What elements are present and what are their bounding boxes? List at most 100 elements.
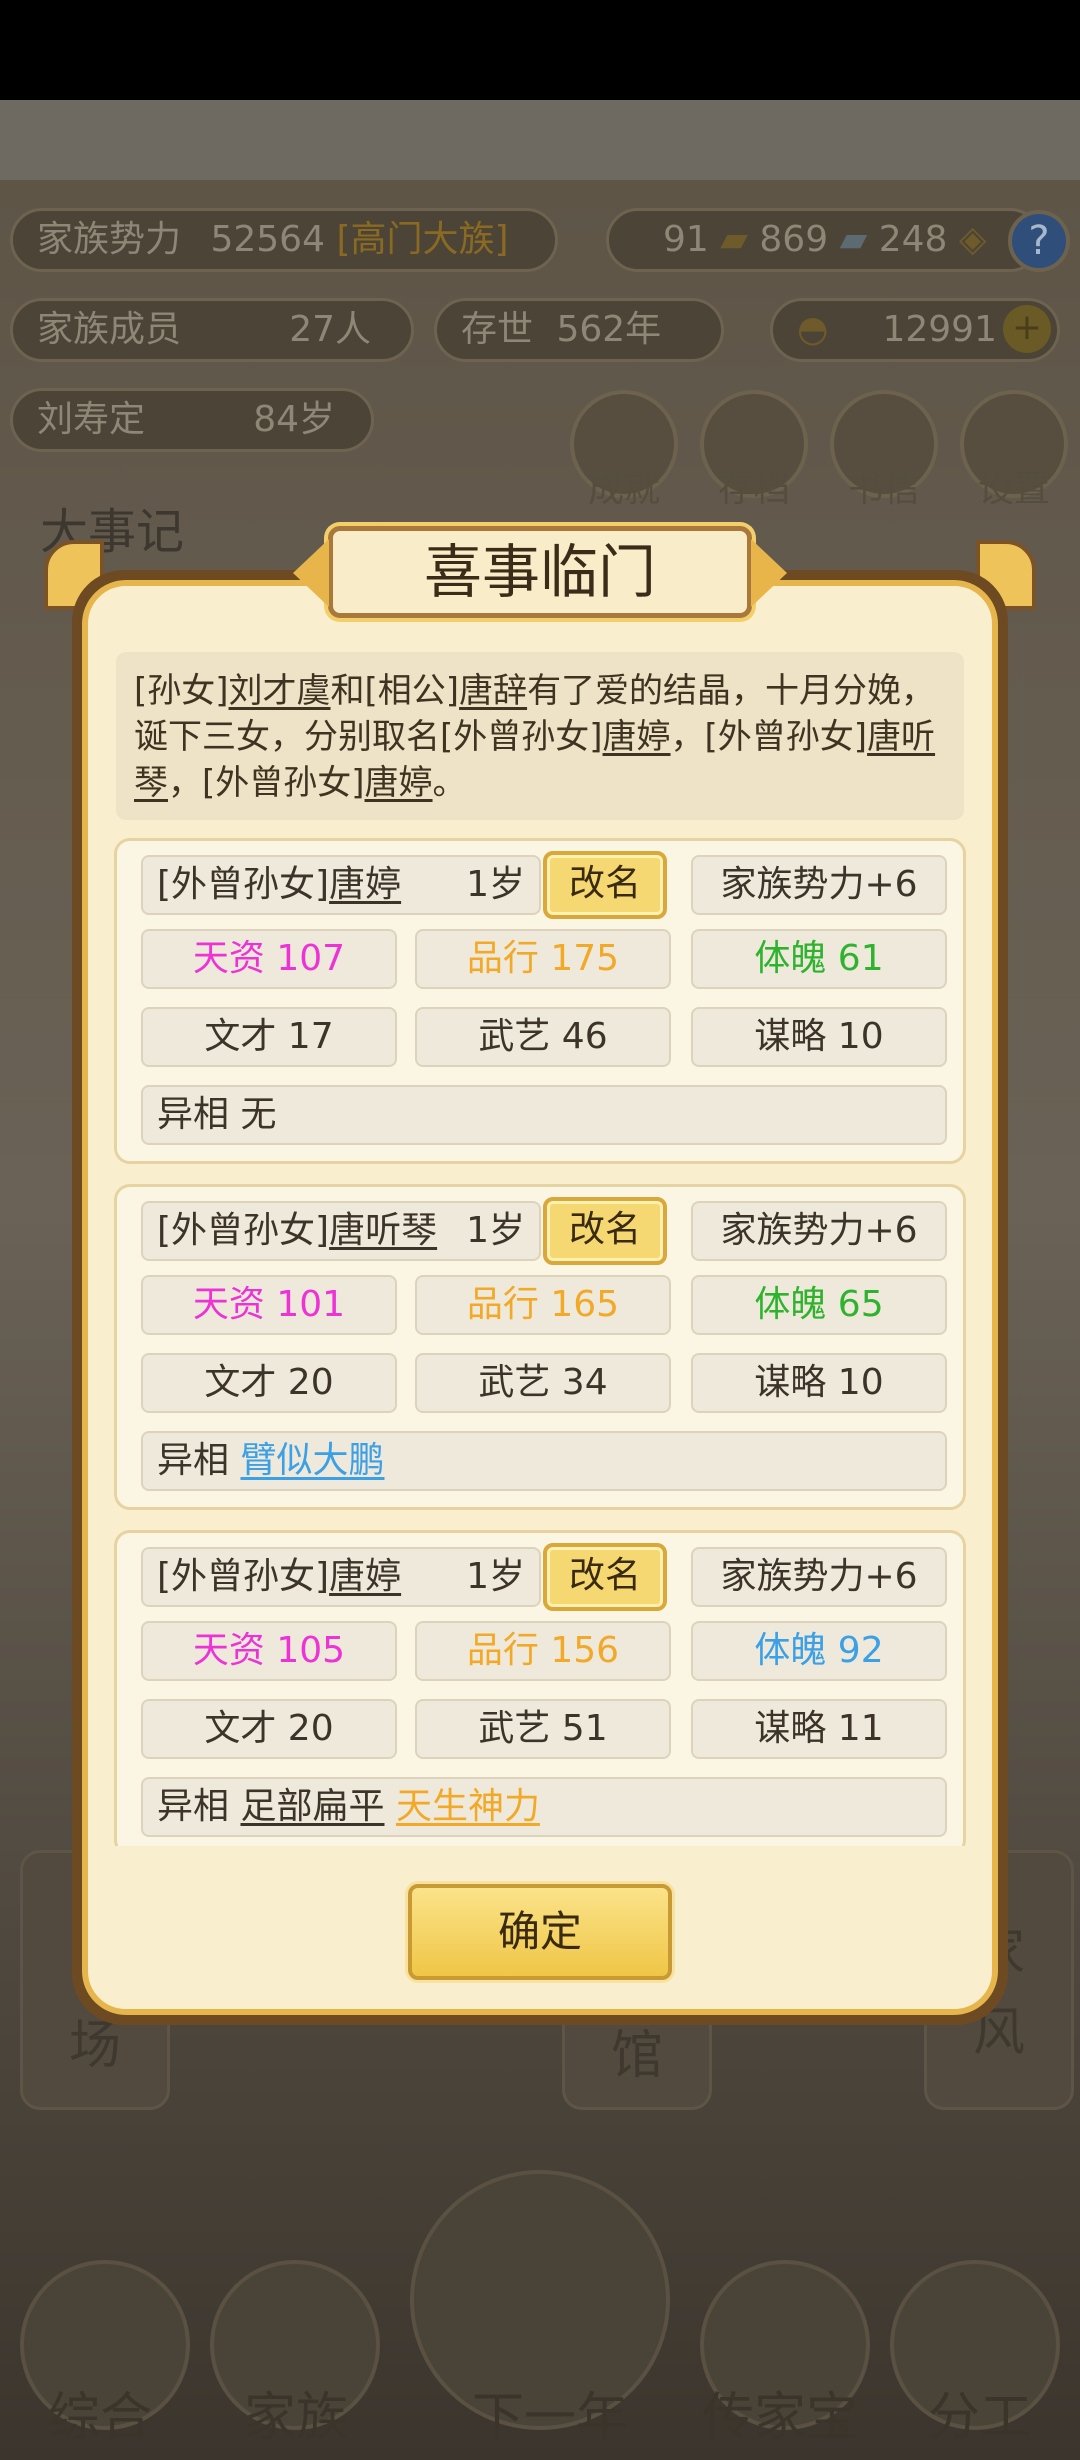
- trait-row: 异相 足部扁平 天生神力: [141, 1777, 947, 1837]
- settings-label: 设置: [977, 469, 1050, 510]
- story-part: ，[外曾孙女]: [168, 763, 365, 803]
- talent-stat: 天资 107: [141, 929, 397, 989]
- tab-general-label: 综合: [47, 2388, 152, 2448]
- story-name-link[interactable]: 唐辞: [459, 671, 527, 711]
- talent-stat: 天资 101: [141, 1275, 397, 1335]
- trait-value-link[interactable]: 臂似大鹏: [240, 1440, 384, 1481]
- resource-chip: 91 ▰ 869 ▰ 248 ◈: [606, 208, 1042, 272]
- gold-icon: ◓: [797, 309, 829, 350]
- trait-value-link[interactable]: 足部扁平: [240, 1786, 384, 1827]
- family-power-label: 家族势力: [37, 219, 182, 260]
- family-power-bonus: 家族势力+6: [691, 1201, 947, 1261]
- strategy-stat: 谋略 10: [691, 1007, 947, 1067]
- child-name[interactable]: 唐婷: [329, 864, 401, 905]
- family-power-value: 52564: [210, 219, 325, 260]
- family-power-chip: 家族势力 52564 [高门大族]: [10, 208, 558, 272]
- talent-stat: 天资 105: [141, 1621, 397, 1681]
- child-relation: [外曾孙女]: [157, 1210, 330, 1251]
- plus-icon: +: [1011, 307, 1043, 348]
- resource-2-value: 869: [759, 219, 829, 260]
- leader-chip: 刘寿定 84岁: [10, 388, 374, 452]
- trait-value: 无: [240, 1094, 277, 1135]
- confirm-button[interactable]: 确定: [408, 1884, 672, 1980]
- martial-stat: 武艺 34: [415, 1353, 671, 1413]
- rename-button[interactable]: 改名: [543, 851, 667, 919]
- trait-label: 异相: [157, 1786, 230, 1827]
- story-name-link[interactable]: 唐婷: [365, 763, 433, 803]
- child-card: [外曾孙女]唐婷 1岁 改名 家族势力+6 天资 105 品行 156 体魄 9…: [114, 1530, 966, 1856]
- martial-stat: 武艺 51: [415, 1699, 671, 1759]
- martial-stat: 武艺 46: [415, 1007, 671, 1067]
- left-building-label: 场: [68, 2016, 121, 2076]
- literary-stat: 文才 20: [141, 1353, 397, 1413]
- virtue-stat: 品行 156: [415, 1621, 671, 1681]
- help-button[interactable]: ?: [1008, 210, 1070, 272]
- story-name-link[interactable]: 唐婷: [603, 717, 671, 757]
- tab-division-label: 分工: [927, 2388, 1032, 2448]
- next-year-label: 下一年: [471, 2388, 628, 2448]
- silver-ingot-icon: ▰: [839, 219, 868, 260]
- family-power-bonus: 家族势力+6: [691, 855, 947, 915]
- story-part: [孙女]: [134, 671, 229, 711]
- gold-ingot-icon: ▰: [720, 219, 748, 260]
- literary-stat: 文才 17: [141, 1007, 397, 1067]
- letter-label: 书信: [847, 469, 920, 510]
- virtue-stat: 品行 165: [415, 1275, 671, 1335]
- save-label: 存档: [717, 469, 790, 510]
- status-bar: [0, 0, 1080, 100]
- existence-chip: 存世 562年: [434, 298, 724, 362]
- child-name[interactable]: 唐婷: [329, 1556, 401, 1597]
- child-card: [外曾孙女]唐婷 1岁 改名 家族势力+6 天资 107 品行 175 体魄 6…: [114, 838, 966, 1164]
- dialog-title: 喜事临门: [293, 526, 787, 618]
- child-age: 1岁: [466, 1210, 525, 1251]
- top-banner: [0, 100, 1080, 180]
- resource-3-value: 248: [878, 219, 948, 260]
- physique-stat: 体魄 65: [691, 1275, 947, 1335]
- story-part: ，[外曾孙女]: [670, 717, 868, 757]
- family-power-bonus: 家族势力+6: [691, 1547, 947, 1607]
- physique-stat: 体魄 92: [691, 1621, 947, 1681]
- child-relation: [外曾孙女]: [157, 864, 330, 905]
- family-members-label: 家族成员: [37, 309, 182, 350]
- strategy-stat: 谋略 11: [691, 1699, 947, 1759]
- existence-value: 562年: [556, 309, 662, 350]
- story-text: [孙女]刘才虞和[相公]唐辞有了爱的结晶，十月分娩，诞下三女，分别取名[外曾孙女…: [116, 652, 964, 820]
- child-name[interactable]: 唐听琴: [329, 1210, 437, 1251]
- gold-value: 12991: [882, 309, 997, 350]
- trait-row: 异相 臂似大鹏: [141, 1431, 947, 1491]
- trait-label: 异相: [157, 1440, 230, 1481]
- family-power-rank: [高门大族]: [336, 219, 509, 260]
- story-part: 和[相公]: [330, 671, 460, 711]
- gold-chip: ◓ 12991 +: [770, 298, 1060, 362]
- child-relation: [外曾孙女]: [157, 1556, 330, 1597]
- child-card: [外曾孙女]唐听琴 1岁 改名 家族势力+6 天资 101 品行 165 体魄 …: [114, 1184, 966, 1510]
- story-part: 。: [432, 763, 467, 803]
- tab-heirloom-label: 传家宝: [701, 2388, 858, 2448]
- trait-label: 异相: [157, 1094, 230, 1135]
- child-name-cell: [外曾孙女]唐婷 1岁: [141, 855, 541, 915]
- resource-1-value: 91: [663, 219, 709, 260]
- leader-name: 刘寿定: [37, 399, 146, 440]
- child-name-cell: [外曾孙女]唐婷 1岁: [141, 1547, 541, 1607]
- existence-label: 存世: [461, 309, 534, 350]
- achievement-label: 成就: [587, 469, 660, 510]
- story-name-link[interactable]: 刘才虞: [229, 671, 331, 711]
- rename-button[interactable]: 改名: [543, 1543, 667, 1611]
- scroll-fade: [114, 1846, 966, 1856]
- virtue-stat: 品行 175: [415, 929, 671, 989]
- coin-icon: ◈: [958, 219, 987, 260]
- child-name-cell: [外曾孙女]唐听琴 1岁: [141, 1201, 541, 1261]
- literary-stat: 文才 20: [141, 1699, 397, 1759]
- leader-age: 84岁: [253, 399, 335, 440]
- child-age: 1岁: [466, 1556, 525, 1597]
- family-members-value: 27人: [289, 309, 371, 350]
- tab-family-label: 家族: [243, 2388, 348, 2448]
- add-gold-button[interactable]: +: [1003, 305, 1051, 353]
- hall-label: 馆: [610, 2026, 663, 2086]
- family-members-chip: 家族成员 27人: [10, 298, 414, 362]
- trait-value-link[interactable]: 天生神力: [396, 1786, 540, 1827]
- strategy-stat: 谋略 10: [691, 1353, 947, 1413]
- child-age: 1岁: [466, 864, 525, 905]
- help-icon: ?: [1028, 218, 1050, 264]
- rename-button[interactable]: 改名: [543, 1197, 667, 1265]
